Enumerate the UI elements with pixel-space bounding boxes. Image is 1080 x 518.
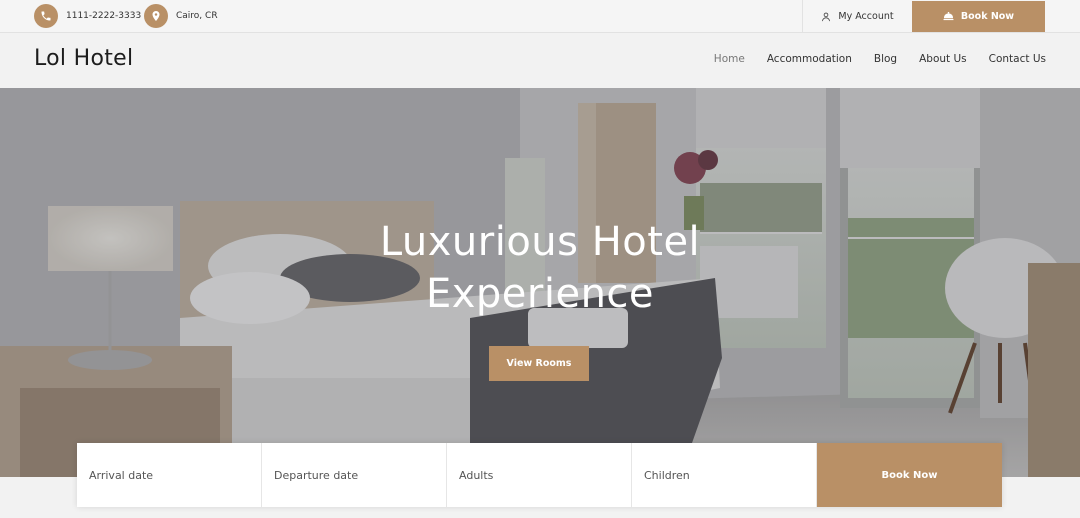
nav-accommodation[interactable]: Accommodation [767,53,852,65]
my-account-label: My Account [838,11,894,22]
nav-home[interactable]: Home [714,53,745,65]
map-pin-icon [144,4,168,28]
hero-headline-line1: Luxurious Hotel [379,219,701,265]
phone-number: 1111-2222-3333 [66,11,142,21]
location-text: Cairo, CR [176,11,218,21]
view-rooms-button[interactable]: View Rooms [489,346,589,381]
site-logo[interactable]: Lol Hotel [34,46,133,71]
main-header: Lol Hotel Home Accommodation Blog About … [0,33,1080,88]
hero-headline: Luxurious Hotel Experience [0,216,1080,320]
booking-form: Arrival date Departure date Adults Child… [77,443,1002,507]
main-nav: Home Accommodation Blog About Us Contact… [692,53,1046,65]
phone-icon [34,4,58,28]
booking-book-now-button[interactable]: Book Now [817,443,1002,507]
adults-field[interactable]: Adults [447,443,632,507]
my-account-link[interactable]: My Account [802,0,912,33]
top-book-now-label: Book Now [960,11,1015,22]
bell-icon [943,12,954,21]
hero-headline-line2: Experience [425,271,655,317]
top-bar: 1111-2222-3333 Cairo, CR My Account Book… [0,0,1080,33]
nav-about-us[interactable]: About Us [919,53,967,65]
top-book-now-button[interactable]: Book Now [912,1,1045,32]
arrival-date-field[interactable]: Arrival date [77,443,262,507]
location-contact: Cairo, CR [144,4,218,28]
user-icon [822,12,831,21]
hero-section: Luxurious Hotel Experience View Rooms [0,88,1080,477]
nav-contact-us[interactable]: Contact Us [989,53,1046,65]
departure-date-field[interactable]: Departure date [262,443,447,507]
children-field[interactable]: Children [632,443,817,507]
phone-contact[interactable]: 1111-2222-3333 [34,4,141,28]
nav-blog[interactable]: Blog [874,53,897,65]
